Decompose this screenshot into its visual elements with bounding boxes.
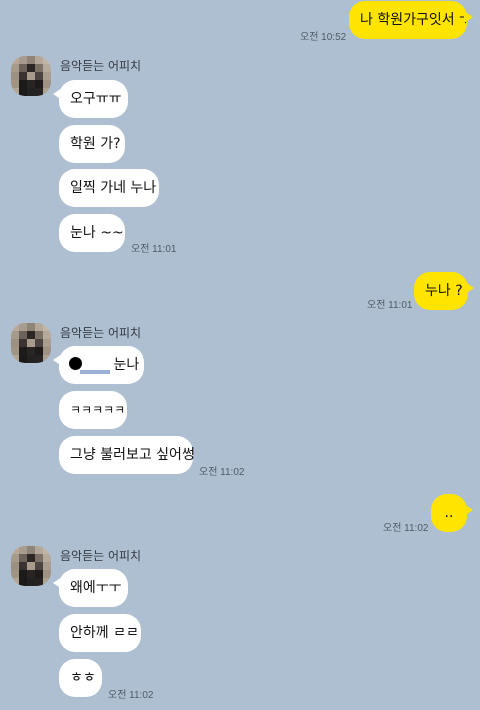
my-message-bubble[interactable]: 누나 ?	[414, 272, 474, 310]
message-time: 오전 11:01	[131, 244, 177, 255]
contact-avatar[interactable]	[11, 56, 51, 96]
contact-name: 음악듣는 어피치	[60, 549, 142, 563]
their-message-bubble[interactable]: 눈나	[53, 346, 144, 384]
message-text: 학원 가?	[70, 136, 121, 152]
message-text: 안하께 ㄹㄹ	[70, 625, 139, 641]
message-text: 눈나 ~~	[70, 225, 124, 241]
contact-name: 음악듣는 어피치	[60, 59, 142, 73]
contact-avatar[interactable]	[11, 323, 51, 363]
their-message-bubble[interactable]: 오구ㅠㅠ	[53, 80, 128, 118]
their-message-bubble[interactable]: 눈나 ~~	[59, 214, 125, 252]
message-text: ..	[444, 505, 454, 521]
my-message-bubble[interactable]: ..	[431, 494, 473, 532]
my-message-bubble[interactable]: 나 학원가구잇서 ㅜ	[349, 1, 473, 39]
message-text: ㅎㅎ	[70, 670, 96, 686]
message-time: 오전 11:02	[199, 467, 245, 478]
message-time: 오전 10:52	[300, 32, 347, 43]
message-text: 그냥 불러보고 싶어썽	[70, 447, 195, 463]
message-text: 오구ㅠㅠ	[70, 91, 122, 107]
their-message-bubble[interactable]: 왜에ㅜㅜ	[53, 569, 128, 607]
redacted-name	[67, 356, 110, 374]
message-text: 눈나	[113, 357, 140, 373]
contact-name: 음악듣는 어피치	[60, 326, 142, 340]
message-time: 오전 11:02	[108, 690, 154, 701]
their-message-bubble[interactable]: ㅎㅎ	[59, 659, 102, 697]
message-time: 오전 11:01	[367, 300, 413, 311]
their-message-bubble[interactable]: 일찍 가네 누나	[59, 169, 159, 207]
message-time: 오전 11:02	[383, 523, 429, 534]
their-message-bubble[interactable]: ㅋㅋㅋㅋㅋ	[59, 391, 127, 429]
their-message-bubble[interactable]: 학원 가?	[59, 125, 125, 163]
message-text: 왜에ㅜㅜ	[70, 580, 122, 596]
message-text: 일찍 가네 누나	[70, 180, 157, 196]
their-message-bubble[interactable]: 그냥 불러보고 싶어썽	[59, 436, 195, 474]
message-text: 누나 ?	[425, 283, 463, 299]
their-message-bubble[interactable]: 안하께 ㄹㄹ	[59, 614, 141, 652]
message-text: 나 학원가구잇서 ㅜ	[360, 12, 472, 28]
message-text: ㅋㅋㅋㅋㅋ	[70, 403, 126, 417]
contact-avatar[interactable]	[11, 546, 51, 586]
